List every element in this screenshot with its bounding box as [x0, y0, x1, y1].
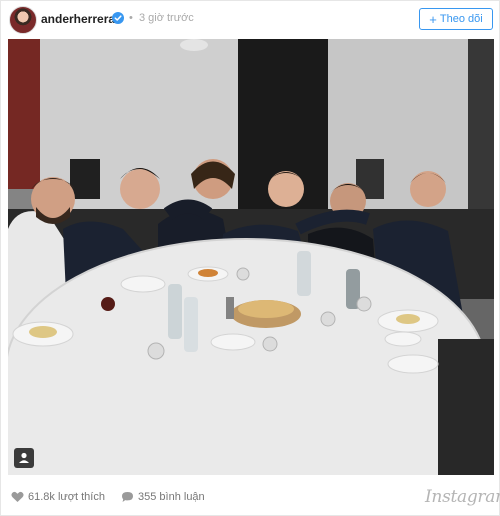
- follow-button[interactable]: + Theo dõi: [419, 8, 493, 30]
- comments-label: 355 bình luận: [138, 491, 205, 503]
- photo-illustration: [8, 39, 494, 475]
- likes-label: 61.8k lượt thích: [28, 491, 105, 503]
- tagged-person-icon[interactable]: [14, 448, 34, 468]
- post-timestamp[interactable]: 3 giờ trước: [139, 12, 194, 24]
- follow-button-label: Theo dõi: [439, 13, 483, 25]
- comment-bubble-icon: [122, 492, 133, 502]
- comments-count[interactable]: 355 bình luận: [121, 491, 205, 503]
- plus-icon: +: [429, 11, 437, 27]
- heart-icon: [11, 491, 24, 502]
- post-photo[interactable]: [8, 39, 494, 475]
- avatar[interactable]: [9, 6, 37, 34]
- instagram-logo-text[interactable]: Instagram: [425, 487, 500, 507]
- likes-count[interactable]: 61.8k lượt thích: [11, 491, 105, 503]
- separator-dot: •: [129, 12, 133, 24]
- post-footer: 61.8k lượt thích 355 bình luận Instagram: [1, 481, 500, 515]
- verified-badge-icon: [112, 12, 124, 24]
- instagram-post-card: anderherrera • 3 giờ trước + Theo dõi 61…: [0, 0, 500, 516]
- username[interactable]: anderherrera: [41, 12, 115, 26]
- post-header: anderherrera • 3 giờ trước + Theo dõi: [1, 1, 499, 37]
